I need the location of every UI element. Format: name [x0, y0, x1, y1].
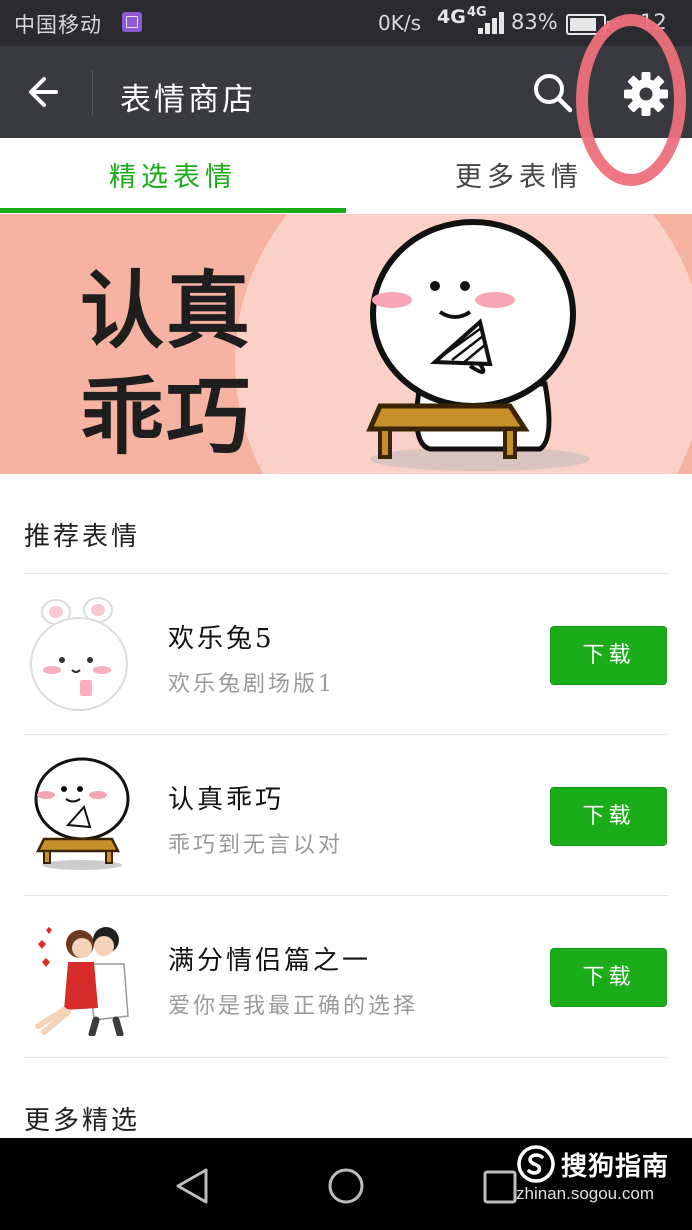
sticker-description: 欢乐兔剧场版1 [168, 672, 335, 697]
page-title: 表情商店 [120, 82, 256, 118]
title-divider [92, 70, 93, 116]
circle-home-icon [328, 1168, 364, 1204]
nav-home-button[interactable] [318, 1158, 374, 1214]
active-tab-indicator [0, 208, 346, 213]
sticker-description: 爱你是我最正确的选择 [168, 994, 419, 1019]
tab-featured-stickers[interactable]: 精选表情 [0, 138, 346, 214]
status-bar: 中国移动 0K/s 4G 4G 83% 12 [0, 0, 692, 46]
battery-percent: 83% [511, 10, 558, 34]
sticker-list-item[interactable]: 满分情侣篇之一 爱你是我最正确的选择 下载 [0, 896, 692, 1056]
back-arrow-icon [29, 77, 58, 107]
battery-icon [566, 14, 610, 35]
section-title-more: 更多精选 [24, 1106, 141, 1136]
settings-button[interactable] [618, 66, 674, 122]
title-bar: 表情商店 [0, 46, 692, 138]
sticker-list-item[interactable]: 欢乐兔5 欢乐兔剧场版1 下载 [0, 574, 692, 734]
download-button[interactable]: 下载 [550, 787, 667, 846]
section-title-recommended: 推荐表情 [24, 522, 141, 552]
sticker-list-item[interactable]: 认真乖巧 乖巧到无言以对 下载 [0, 735, 692, 895]
download-button[interactable]: 下载 [550, 948, 667, 1007]
sticker-name: 认真乖巧 [168, 785, 285, 815]
carrier-label: 中国移动 [14, 13, 102, 37]
sticker-name: 满分情侣篇之一 [168, 946, 372, 976]
banner-title-line2: 乖巧 [80, 368, 253, 466]
round-face-sticker-icon [34, 757, 130, 870]
navigation-bar [0, 1138, 692, 1230]
nav-recent-button[interactable] [472, 1158, 528, 1214]
gear-icon [624, 72, 668, 116]
sticker-name: 欢乐兔5 [168, 624, 275, 654]
gallery-icon [122, 12, 142, 32]
triangle-back-icon [176, 1168, 208, 1204]
search-button[interactable] [528, 68, 578, 118]
featured-banner[interactable]: 认真 乖巧 [0, 214, 692, 474]
round-face-character-icon [366, 219, 590, 471]
square-recent-icon [483, 1170, 517, 1204]
divider [24, 1057, 669, 1058]
bunny-sticker-icon [30, 597, 128, 711]
signal-icon [478, 12, 506, 34]
network-speed: 0K/s [378, 11, 421, 35]
tab-bar: 精选表情 更多表情 [0, 138, 692, 214]
network-type-label: 4G [437, 6, 466, 28]
sticker-description: 乖巧到无言以对 [168, 833, 344, 858]
clock: 12 [640, 10, 667, 34]
tab-more-stickers[interactable]: 更多表情 [346, 138, 692, 214]
download-button[interactable]: 下载 [550, 626, 667, 685]
couple-sticker-icon [35, 927, 129, 1036]
banner-title-line1: 认真 [80, 262, 253, 360]
nav-back-button[interactable] [164, 1158, 220, 1214]
search-icon [534, 74, 573, 113]
back-button[interactable] [20, 68, 72, 116]
